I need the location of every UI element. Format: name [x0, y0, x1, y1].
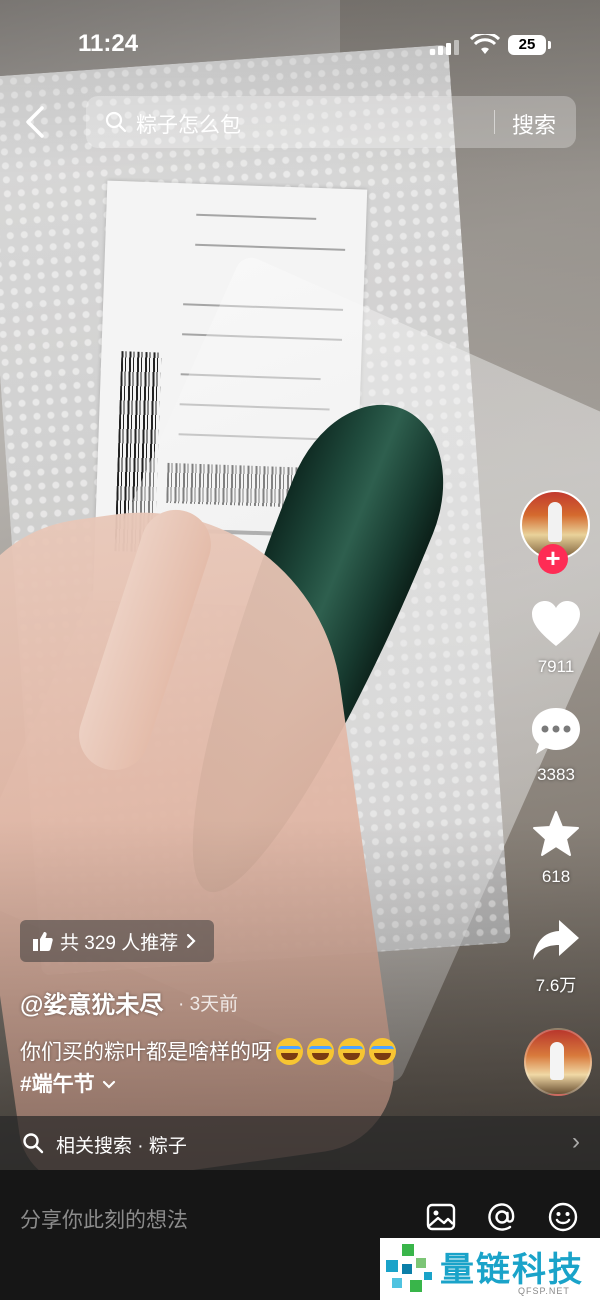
watermark: 量链科技 QFSP.NET — [380, 1238, 600, 1300]
recommend-pill[interactable]: 共 329 人推荐 — [20, 920, 215, 962]
related-search-label: 相关搜索 · 粽子 — [56, 1136, 187, 1157]
battery-indicator: 25 — [508, 35, 551, 55]
like-button[interactable]: 7911 — [518, 600, 594, 677]
recommend-label: 共 329 人推荐 — [60, 932, 179, 954]
search-bar[interactable]: 粽子怎么包 搜索 — [86, 96, 576, 148]
share-button[interactable]: 7.6万 — [518, 918, 594, 996]
video-caption: 你们买的粽叶都是啥样的呀 — [20, 1036, 396, 1066]
like-count: 7911 — [537, 657, 575, 676]
image-icon[interactable] — [424, 1200, 458, 1234]
chevron-right-icon: › — [572, 1128, 580, 1155]
share-icon — [533, 920, 579, 960]
thumbs-up-icon — [33, 932, 53, 951]
laughing-emoji-icon — [276, 1037, 303, 1065]
related-search-bar[interactable]: 相关搜索 · 粽子 › — [0, 1116, 600, 1170]
caption-text: 你们买的粽叶都是啥样的呀 — [20, 1041, 272, 1064]
comment-count: 3383 — [537, 765, 575, 784]
status-time: 11:24 — [78, 30, 139, 57]
star-icon — [533, 811, 579, 856]
search-button[interactable]: 搜索 — [512, 108, 556, 140]
watermark-brand: 量链科技 — [440, 1251, 584, 1289]
follow-button[interactable]: + — [538, 544, 568, 574]
at-icon[interactable] — [485, 1200, 519, 1234]
laughing-emoji-icon — [338, 1037, 365, 1065]
watermark-url: QFSP.NET — [518, 1286, 570, 1296]
laughing-emoji-icon — [369, 1037, 396, 1065]
signal-icon — [430, 40, 459, 55]
emoji-icon[interactable] — [546, 1200, 580, 1234]
comment-icon — [532, 708, 580, 754]
post-time: · 3天前 — [178, 994, 239, 1015]
hashtag-link[interactable]: #端午节 — [20, 1068, 117, 1098]
favorite-count: 618 — [541, 867, 571, 886]
heart-icon — [532, 601, 580, 646]
search-query[interactable]: 粽子怎么包 — [136, 109, 241, 139]
back-icon — [26, 106, 44, 138]
chevron-right-icon — [187, 933, 196, 949]
search-icon — [23, 1133, 44, 1154]
wifi-icon — [470, 34, 500, 54]
author-avatar-button[interactable]: + — [518, 488, 594, 574]
share-count: 7.6万 — [535, 976, 577, 995]
hashtag-text[interactable]: #端午节 — [20, 1073, 95, 1096]
laughing-emoji-icon — [307, 1037, 334, 1065]
status-bar: 11:24 25 — [0, 26, 600, 66]
search-icon — [105, 111, 127, 133]
music-disc[interactable] — [524, 1028, 592, 1096]
search-divider — [494, 110, 495, 134]
watermark-logo-icon — [386, 1244, 432, 1292]
favorite-button[interactable]: 618 — [518, 810, 594, 887]
comment-button[interactable]: 3383 — [518, 706, 594, 785]
back-button[interactable] — [20, 104, 54, 144]
chevron-down-icon — [102, 1080, 115, 1089]
comment-input[interactable]: 分享你此刻的想法 — [20, 1204, 188, 1234]
author-name[interactable]: @娑意犹未尽 — [20, 985, 163, 1020]
